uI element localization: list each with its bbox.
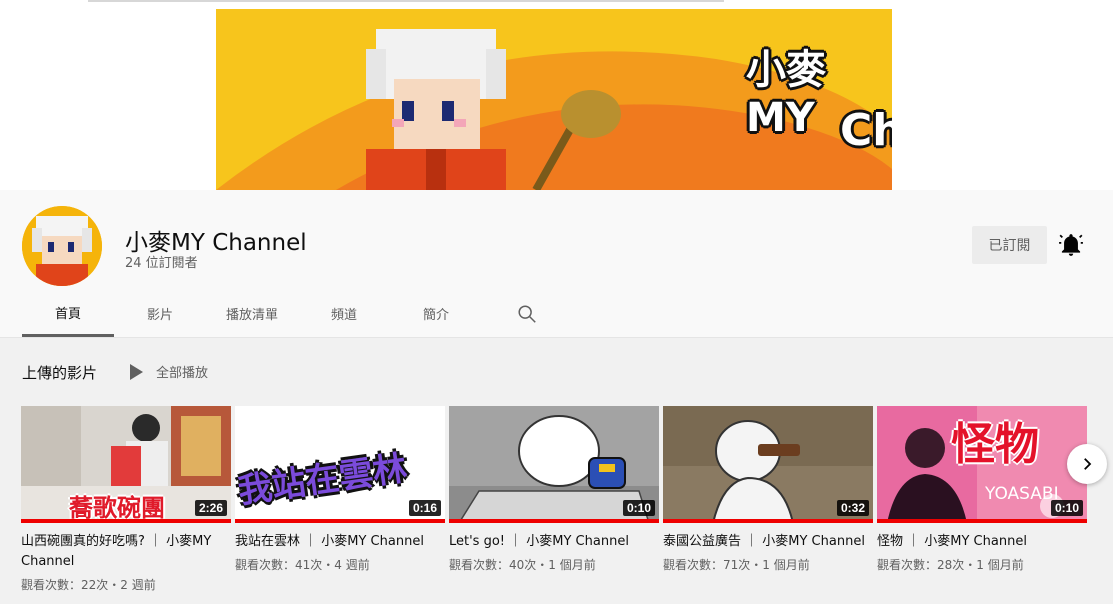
bell-icon[interactable]: [1058, 232, 1084, 258]
channel-banner: 小麥MY Channel: [216, 9, 892, 190]
uploads-section: 上傳的影片 全部播放 蕎歌碗團 2:26 山西碗團真的好吃嗎? ｜ 小麥MY C…: [0, 338, 1113, 604]
chevron-right-icon[interactable]: [1067, 444, 1107, 484]
video-card[interactable]: 0:32 泰國公益廣告 ｜ 小麥MY Channel 觀看次數：71次・1 個月…: [663, 406, 873, 573]
video-duration: 0:32: [836, 500, 869, 516]
watch-progress-bar: [235, 519, 445, 523]
video-card[interactable]: 怪物 YOASABI 0:10 怪物 ｜ 小麥MY Channel 觀看次數：2…: [877, 406, 1087, 573]
video-thumbnail[interactable]: 0:32: [663, 406, 873, 523]
search-icon[interactable]: [482, 290, 572, 337]
video-duration: 2:26: [194, 500, 227, 516]
video-title[interactable]: Let's go! ｜ 小麥MY Channel: [449, 532, 659, 552]
watch-progress-bar: [21, 519, 231, 523]
play-icon: [130, 363, 143, 380]
video-title[interactable]: 怪物 ｜ 小麥MY Channel: [877, 532, 1087, 552]
banner-area: 小麥MY Channel: [0, 0, 1113, 190]
section-title[interactable]: 上傳的影片: [22, 362, 97, 383]
thumbnail-caption-2: YOASABI: [985, 484, 1059, 504]
channel-header: 小麥MY Channel 24 位訂閱者 已訂閱 首頁 影片 播放清單 頻道 簡…: [0, 190, 1113, 338]
subscriber-count: 24 位訂閱者: [125, 256, 198, 271]
banner-title-line2: Channel: [840, 105, 892, 156]
thumbnail-caption: 蕎歌碗團: [69, 494, 165, 522]
video-duration: 0:16: [408, 500, 441, 516]
video-duration: 0:10: [1050, 500, 1083, 516]
video-meta: 觀看次數：28次・1 個月前: [877, 558, 1024, 572]
channel-tabs: 首頁 影片 播放清單 頻道 簡介: [22, 290, 572, 338]
video-thumbnail[interactable]: 0:10: [449, 406, 659, 523]
tab-about[interactable]: 簡介: [390, 290, 482, 337]
video-title[interactable]: 山西碗團真的好吃嗎? ｜ 小麥MY Channel: [21, 532, 231, 572]
play-all-button[interactable]: 全部播放: [128, 362, 208, 381]
watch-progress-bar: [663, 519, 873, 523]
top-strip: [88, 0, 724, 2]
channel-avatar[interactable]: [22, 206, 102, 286]
watch-progress-bar: [877, 519, 1087, 523]
video-meta: 觀看次數：71次・1 個月前: [663, 558, 810, 572]
subscribed-button[interactable]: 已訂閱: [972, 226, 1047, 264]
tab-channels[interactable]: 頻道: [298, 290, 390, 337]
video-thumbnail[interactable]: 蕎歌碗團 2:26: [21, 406, 231, 523]
thumbnail-caption: 我站在雲林: [235, 448, 410, 512]
tab-playlists[interactable]: 播放清單: [206, 290, 298, 337]
video-meta: 觀看次數：41次・4 週前: [235, 558, 370, 572]
video-thumbnail[interactable]: 我站在雲林 0:16: [235, 406, 445, 523]
video-title[interactable]: 泰國公益廣告 ｜ 小麥MY Channel: [663, 532, 873, 552]
video-card[interactable]: 0:10 Let's go! ｜ 小麥MY Channel 觀看次數：40次・1…: [449, 406, 659, 573]
video-meta: 觀看次數：40次・1 個月前: [449, 558, 596, 572]
tab-home[interactable]: 首頁: [22, 290, 114, 337]
watch-progress-bar: [449, 519, 659, 523]
video-thumbnail[interactable]: 怪物 YOASABI 0:10: [877, 406, 1087, 523]
video-meta: 觀看次數：22次・2 週前: [21, 578, 156, 592]
video-duration: 0:10: [622, 500, 655, 516]
tab-videos[interactable]: 影片: [114, 290, 206, 337]
video-title[interactable]: 我站在雲林 ｜ 小麥MY Channel: [235, 532, 445, 552]
thumbnail-caption: 怪物: [951, 419, 1039, 470]
video-card[interactable]: 蕎歌碗團 2:26 山西碗團真的好吃嗎? ｜ 小麥MY Channel 觀看次數…: [21, 406, 231, 593]
video-card[interactable]: 我站在雲林 0:16 我站在雲林 ｜ 小麥MY Channel 觀看次數：41次…: [235, 406, 445, 573]
play-all-label: 全部播放: [156, 366, 209, 381]
